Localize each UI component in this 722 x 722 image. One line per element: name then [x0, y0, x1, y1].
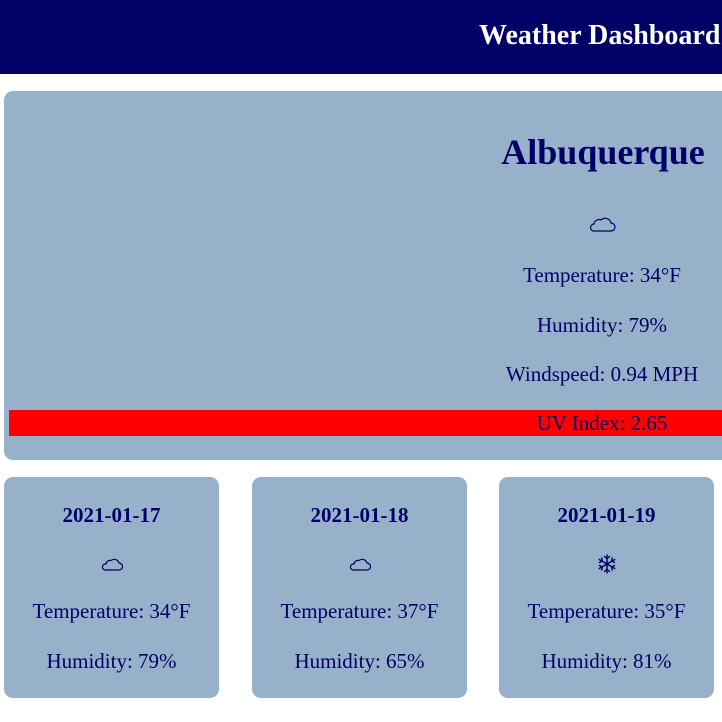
uv-index-badge: UV Index: 2.65 — [9, 410, 722, 436]
forecast-card: 2021-01-19 Temperature: 35°F Humidity: 8… — [499, 477, 714, 698]
forecast-humidity: Humidity: 79% — [46, 649, 177, 673]
current-temperature: Temperature: 34°F — [523, 263, 681, 287]
snowflake-icon — [592, 553, 622, 575]
cloud-icon — [345, 553, 375, 575]
current-windspeed: Windspeed: 0.94 MPH — [505, 362, 699, 386]
forecast-date: 2021-01-17 — [62, 503, 161, 527]
forecast-temperature: Temperature: 35°F — [527, 599, 686, 623]
forecast-temperature: Temperature: 34°F — [32, 599, 191, 623]
current-humidity: Humidity: 79% — [536, 313, 668, 337]
cloud-icon — [582, 212, 622, 236]
forecast-date: 2021-01-19 — [557, 503, 656, 527]
cloud-icon — [97, 553, 127, 575]
forecast-humidity: Humidity: 65% — [294, 649, 425, 673]
forecast-card: 2021-01-18 Temperature: 37°F Humidity: 6… — [252, 477, 467, 698]
current-weather-card: Albuquerque Temperature: 34°F Humidity: … — [4, 91, 722, 460]
page-title: Weather Dashboard — [479, 20, 721, 51]
forecast-humidity: Humidity: 81% — [541, 649, 672, 673]
forecast-temperature: Temperature: 37°F — [280, 599, 439, 623]
uv-index-label: UV Index: 2.65 — [536, 411, 668, 435]
forecast-card: 2021-01-17 Temperature: 34°F Humidity: 7… — [4, 477, 219, 698]
city-name: Albuquerque — [501, 132, 705, 172]
forecast-date: 2021-01-18 — [310, 503, 409, 527]
header-bar: Weather Dashboard — [0, 0, 722, 74]
